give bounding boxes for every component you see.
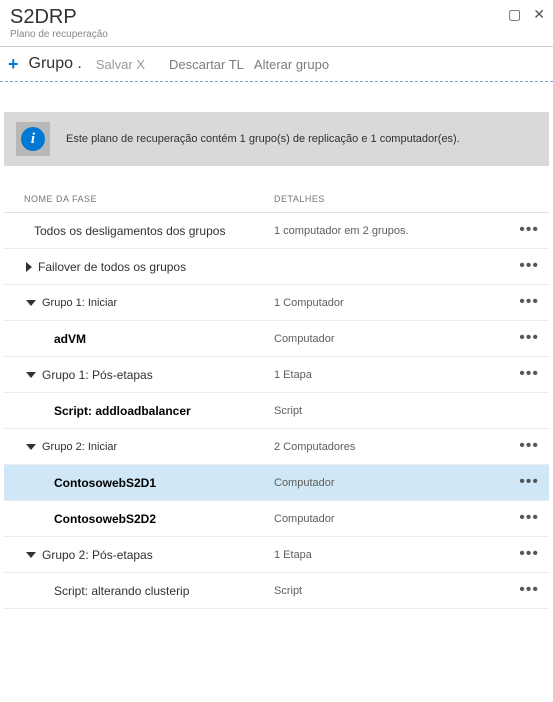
phase-name: Grupo 1: Pós-etapas <box>42 368 153 382</box>
row-menu-icon[interactable]: ••• <box>519 552 539 557</box>
row-menu-icon[interactable]: ••• <box>519 516 539 521</box>
page-title: S2DRP <box>10 6 543 29</box>
table-row[interactable]: Failover de todos os grupos ••• <box>4 249 549 285</box>
phase-name: Todos os desligamentos dos grupos <box>34 224 225 238</box>
page-subtitle: Plano de recuperação <box>10 29 543 40</box>
table-row[interactable]: Grupo 1: Pós-etapas 1 Etapa••• <box>4 357 549 393</box>
row-name-cell: Failover de todos os grupos <box>4 260 274 274</box>
row-name-cell: Grupo 1: Pós-etapas <box>4 368 274 382</box>
phase-name: Grupo 2: Pós-etapas <box>42 548 153 562</box>
phase-detail: 1 computador em 2 grupos. <box>274 225 519 237</box>
discard-button[interactable]: Descartar TL <box>169 57 244 72</box>
row-name-cell: Script: alterando clusterip <box>4 584 274 598</box>
table-row[interactable]: Grupo 2: Pós-etapas 1 Etapa••• <box>4 537 549 573</box>
caret-down-icon[interactable] <box>26 372 36 378</box>
change-group-button[interactable]: Alterar grupo <box>254 57 329 72</box>
col-header-details: DETALHES <box>274 194 325 204</box>
close-icon[interactable]: ✕ <box>533 6 545 23</box>
caret-down-icon[interactable] <box>26 300 36 306</box>
table-row[interactable]: Grupo 2: Iniciar 2 Computadores••• <box>4 429 549 465</box>
phase-name: Failover de todos os grupos <box>38 260 186 274</box>
row-menu-icon[interactable]: ••• <box>519 264 539 269</box>
phase-detail: 1 Computador <box>274 297 519 309</box>
table-row[interactable]: Grupo 1: Iniciar 1 Computador••• <box>4 285 549 321</box>
row-name-cell: Grupo 2: Pós-etapas <box>4 548 274 562</box>
row-menu-icon[interactable]: ••• <box>519 444 539 449</box>
phase-detail: 2 Computadores <box>274 441 519 453</box>
phase-name: ContosowebS2D2 <box>54 512 156 526</box>
table-row[interactable]: ContosowebS2D2 Computador••• <box>4 501 549 537</box>
phase-detail: Script <box>274 405 519 417</box>
phase-name: ContosowebS2D1 <box>54 476 156 490</box>
row-menu-icon[interactable]: ••• <box>519 336 539 341</box>
phase-name: Grupo 2: Iniciar <box>42 441 117 453</box>
table-row[interactable]: adVM Computador••• <box>4 321 549 357</box>
window-controls: ▢ ✕ <box>508 6 545 23</box>
caret-down-icon[interactable] <box>26 552 36 558</box>
toolbar: + Grupo . Salvar X Descartar TL Alterar … <box>0 47 553 82</box>
row-name-cell: adVM <box>4 332 274 346</box>
row-menu-icon[interactable]: ••• <box>519 300 539 305</box>
phase-detail: Script <box>274 585 519 597</box>
phase-detail: Computador <box>274 333 519 345</box>
info-bar: i Este plano de recuperação contém 1 gru… <box>4 112 549 166</box>
info-icon: i <box>21 127 45 151</box>
row-menu-icon[interactable]: ••• <box>519 480 539 485</box>
row-menu-icon[interactable]: ••• <box>519 588 539 593</box>
table-header: NOME DA FASE DETALHES <box>4 186 549 213</box>
phase-detail: Computador <box>274 513 519 525</box>
group-dropdown[interactable]: Grupo . <box>29 55 82 73</box>
table-row[interactable]: Script: alterando clusterip Script••• <box>4 573 549 609</box>
caret-down-icon[interactable] <box>26 444 36 450</box>
phase-detail: 1 Etapa <box>274 369 519 381</box>
info-message: Este plano de recuperação contém 1 grupo… <box>66 133 460 145</box>
row-menu-icon[interactable]: ••• <box>519 372 539 377</box>
phase-name: Grupo 1: Iniciar <box>42 297 117 309</box>
phase-detail: Computador <box>274 477 519 489</box>
caret-right-icon[interactable] <box>26 262 32 272</box>
row-menu-icon[interactable]: ••• <box>519 228 539 233</box>
row-name-cell: ContosowebS2D2 <box>4 512 274 526</box>
row-name-cell: Script: addloadbalancer <box>4 404 274 418</box>
table-row[interactable]: Script: addloadbalancer Script <box>4 393 549 429</box>
row-name-cell: Grupo 1: Iniciar <box>4 297 274 309</box>
row-name-cell: Todos os desligamentos dos grupos <box>4 224 274 238</box>
table-row[interactable]: ContosowebS2D1 Computador••• <box>4 465 549 501</box>
row-name-cell: Grupo 2: Iniciar <box>4 441 274 453</box>
info-icon-wrap: i <box>16 122 50 156</box>
restore-icon[interactable]: ▢ <box>508 6 521 23</box>
save-button[interactable]: Salvar X <box>96 57 145 72</box>
phase-name: Script: alterando clusterip <box>54 584 189 598</box>
phase-name: adVM <box>54 332 86 346</box>
row-name-cell: ContosowebS2D1 <box>4 476 274 490</box>
col-header-name: NOME DA FASE <box>24 194 274 204</box>
table-row[interactable]: Todos os desligamentos dos grupos 1 compu… <box>4 213 549 249</box>
phase-name: Script: addloadbalancer <box>54 404 191 418</box>
phases-table: NOME DA FASE DETALHES Todos os desligame… <box>4 186 549 609</box>
header: S2DRP Plano de recuperação ▢ ✕ <box>0 0 553 42</box>
add-icon[interactable]: + <box>8 55 19 73</box>
phase-detail: 1 Etapa <box>274 549 519 561</box>
